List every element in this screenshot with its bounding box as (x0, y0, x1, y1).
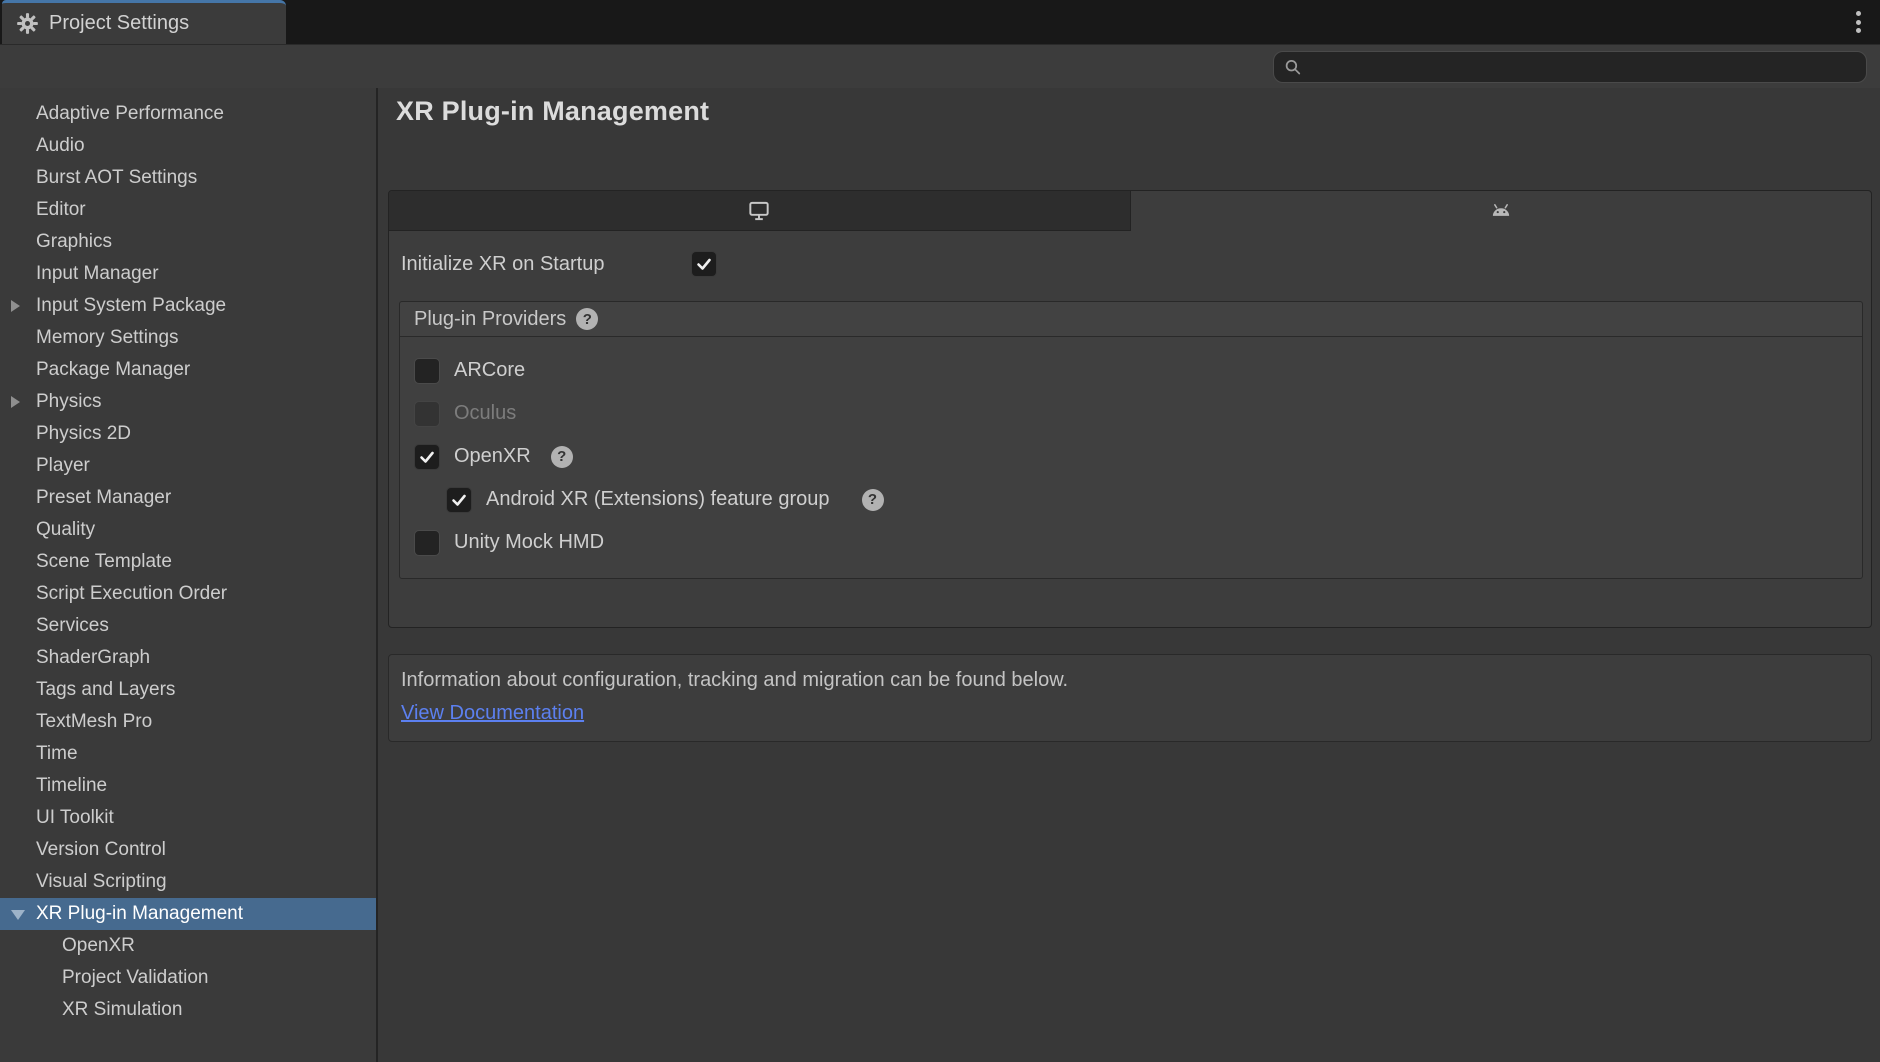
sidebar-item-memory-settings[interactable]: Memory Settings (0, 322, 376, 354)
initialize-xr-row: Initialize XR on Startup (401, 251, 1871, 277)
window-menu-kebab-icon[interactable] (1856, 11, 1862, 33)
sidebar-item-editor[interactable]: Editor (0, 194, 376, 226)
gear-icon (16, 12, 39, 35)
documentation-info-box: Information about configuration, trackin… (388, 654, 1872, 742)
sidebar-item-player[interactable]: Player (0, 450, 376, 482)
foldout-expanded-icon[interactable] (11, 910, 25, 920)
help-icon[interactable] (576, 308, 598, 330)
plugin-providers-header: Plug-in Providers (400, 302, 1862, 337)
tab-platform-android[interactable] (1131, 191, 1872, 231)
android-xr-extensions-checkbox[interactable] (446, 487, 472, 513)
provider-row-android-xr-extensions: Android XR (Extensions) feature group (414, 478, 1862, 521)
foldout-collapsed-icon[interactable] (11, 396, 20, 408)
initialize-xr-label: Initialize XR on Startup (401, 253, 691, 276)
settings-category-list: Adaptive Performance Audio Burst AOT Set… (0, 88, 378, 1062)
plugin-providers-title: Plug-in Providers (414, 308, 566, 331)
help-icon[interactable] (551, 446, 573, 468)
info-text: Information about configuration, trackin… (401, 669, 1871, 692)
sidebar-item-project-validation[interactable]: Project Validation (0, 962, 376, 994)
provider-row-unity-mock-hmd: Unity Mock HMD (414, 521, 1862, 564)
sidebar-item-openxr[interactable]: OpenXR (0, 930, 376, 962)
view-documentation-link[interactable]: View Documentation (401, 702, 584, 725)
openxr-checkbox[interactable] (414, 444, 440, 470)
tab-project-settings[interactable]: Project Settings (2, 0, 286, 44)
search-field[interactable] (1273, 51, 1867, 83)
sidebar-item-xr-simulation[interactable]: XR Simulation (0, 994, 376, 1026)
sidebar-item-input-system-package[interactable]: Input System Package (0, 290, 376, 322)
sidebar-item-time[interactable]: Time (0, 738, 376, 770)
platform-tab-strip (389, 191, 1871, 231)
checkmark-icon (418, 448, 436, 466)
sidebar-item-textmesh-pro[interactable]: TextMesh Pro (0, 706, 376, 738)
sidebar-item-tags-and-layers[interactable]: Tags and Layers (0, 674, 376, 706)
sidebar-item-xr-plugin-management[interactable]: XR Plug-in Management (0, 898, 376, 930)
checkmark-icon (450, 491, 468, 509)
sidebar-item-scene-template[interactable]: Scene Template (0, 546, 376, 578)
sidebar-item-visual-scripting[interactable]: Visual Scripting (0, 866, 376, 898)
sidebar-item-physics[interactable]: Physics (0, 386, 376, 418)
arcore-checkbox[interactable] (414, 358, 440, 384)
sidebar-item-version-control[interactable]: Version Control (0, 834, 376, 866)
foldout-collapsed-icon[interactable] (11, 300, 20, 312)
project-settings-window: Project Settings Adaptive Performance Au… (0, 0, 1880, 1062)
sidebar-item-adaptive-performance[interactable]: Adaptive Performance (0, 98, 376, 130)
checkmark-icon (695, 255, 713, 273)
sidebar-item-ui-toolkit[interactable]: UI Toolkit (0, 802, 376, 834)
search-icon (1284, 58, 1301, 76)
sidebar-item-script-execution-order[interactable]: Script Execution Order (0, 578, 376, 610)
sidebar-item-quality[interactable]: Quality (0, 514, 376, 546)
oculus-checkbox (414, 401, 440, 427)
provider-row-arcore: ARCore (414, 349, 1862, 392)
settings-detail-pane: XR Plug-in Management (380, 88, 1880, 1062)
sidebar-item-services[interactable]: Services (0, 610, 376, 642)
sidebar-item-timeline[interactable]: Timeline (0, 770, 376, 802)
sidebar-item-physics-2d[interactable]: Physics 2D (0, 418, 376, 450)
plugin-providers-list: ARCore Oculus OpenXR (400, 337, 1862, 564)
sidebar-item-graphics[interactable]: Graphics (0, 226, 376, 258)
initialize-xr-checkbox[interactable] (691, 251, 717, 277)
monitor-icon (746, 198, 772, 224)
sidebar-item-input-manager[interactable]: Input Manager (0, 258, 376, 290)
unity-mock-hmd-checkbox[interactable] (414, 530, 440, 556)
help-icon[interactable] (862, 489, 884, 511)
sidebar-item-preset-manager[interactable]: Preset Manager (0, 482, 376, 514)
tab-platform-desktop[interactable] (389, 191, 1131, 231)
tab-title: Project Settings (49, 12, 189, 35)
provider-row-oculus: Oculus (414, 392, 1862, 435)
sidebar-item-audio[interactable]: Audio (0, 130, 376, 162)
android-icon (1488, 198, 1514, 224)
settings-toolbar (0, 44, 1880, 88)
xr-management-panel: Initialize XR on Startup Plug-in Provide… (388, 190, 1872, 628)
provider-row-openxr: OpenXR (414, 435, 1862, 478)
sidebar-item-package-manager[interactable]: Package Manager (0, 354, 376, 386)
search-input[interactable] (1301, 57, 1856, 77)
page-title: XR Plug-in Management (396, 96, 709, 127)
sidebar-item-burst-aot-settings[interactable]: Burst AOT Settings (0, 162, 376, 194)
sidebar-item-shadergraph[interactable]: ShaderGraph (0, 642, 376, 674)
plugin-providers-box: Plug-in Providers ARCore Oculu (399, 301, 1863, 579)
window-titlebar: Project Settings (0, 0, 1880, 44)
